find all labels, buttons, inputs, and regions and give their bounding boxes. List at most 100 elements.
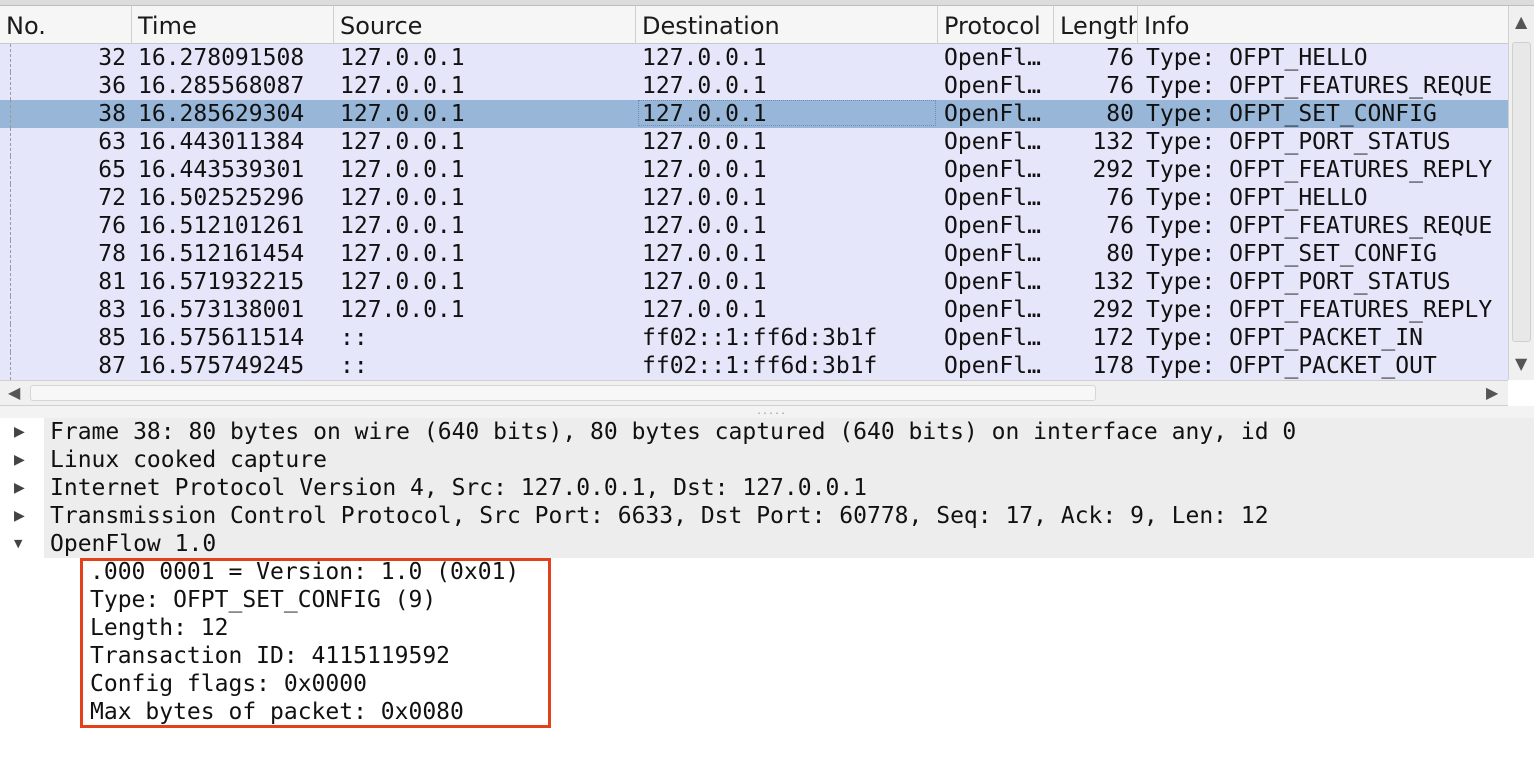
packet-cell-destination: ff02::1:ff6d:3b1f (642, 325, 878, 351)
detail-item-label: Transmission Control Protocol, Src Port:… (50, 503, 1269, 529)
packet-cell-length: 80 (1106, 101, 1134, 127)
packet-row[interactable]: 72 16.502525296 127.0.0.1 127.0.0.1 OpenFl… 7… (0, 184, 1508, 212)
scroll-right-icon[interactable]: ▶ (1486, 383, 1498, 402)
packet-cell-no: 85 (98, 325, 126, 351)
detail-row-background (44, 530, 1534, 558)
packet-cell-info: Type: OFPT_FEATURES_REQUE (1146, 73, 1493, 99)
packet-cell-source: 127.0.0.1 (340, 213, 465, 239)
packet-cell-length: 76 (1106, 45, 1134, 71)
column-header-destination[interactable]: Destination (636, 6, 938, 44)
packet-cell-time: 16.573138001 (138, 297, 305, 323)
packet-row[interactable]: 32 16.278091508 127.0.0.1 127.0.0.1 OpenFl… 7… (0, 44, 1508, 72)
packet-cell-no: 32 (98, 45, 126, 71)
packet-cell-source: 127.0.0.1 (340, 101, 465, 127)
packet-cell-no: 38 (98, 101, 126, 127)
collapsed-arrow-icon[interactable]: ▶ (14, 446, 34, 474)
packet-cell-protocol: OpenFl… (944, 129, 1041, 155)
collapsed-arrow-icon[interactable]: ▶ (14, 418, 34, 446)
packet-row[interactable]: 87 16.575749245:: ff02::1:ff6d:3b1f OpenFl…… (0, 352, 1508, 380)
packet-cell-length: 178 (1092, 353, 1134, 379)
column-header-protocol[interactable]: Protocol (938, 6, 1054, 44)
packet-cell-no: 87 (98, 353, 126, 379)
packet-cell-no: 83 (98, 297, 126, 323)
packet-cell-length: 132 (1092, 269, 1134, 295)
packet-cell-protocol: OpenFl… (944, 157, 1041, 183)
packet-row[interactable]: 83 16.573138001 127.0.0.1 127.0.0.1 OpenFl… 2… (0, 296, 1508, 324)
packet-cell-info: Type: OFPT_PACKET_OUT (1146, 353, 1437, 379)
packet-cell-info: Type: OFPT_PACKET_IN (1146, 325, 1423, 351)
packet-cell-destination: 127.0.0.1 (642, 297, 767, 323)
packet-cell-source: :: (340, 353, 368, 379)
packet-list-horizontal-scrollbar[interactable]: ◀ ▶ (0, 380, 1508, 406)
packet-cell-length: 292 (1092, 297, 1134, 323)
packet-cell-time: 16.285568087 (138, 73, 305, 99)
packet-cell-destination: 127.0.0.1 (642, 213, 767, 239)
packet-cell-destination: 127.0.0.1 (642, 45, 767, 71)
packet-cell-time: 16.512101261 (138, 213, 305, 239)
detail-item-label: Linux cooked capture (50, 447, 327, 473)
packet-cell-protocol: OpenFl… (944, 101, 1041, 127)
packet-row[interactable]: 76 16.512101261 127.0.0.1 127.0.0.1 OpenFl… 7… (0, 212, 1508, 240)
collapsed-arrow-icon[interactable]: ▶ (14, 502, 34, 530)
packet-cell-time: 16.443539301 (138, 157, 305, 183)
focus-cell-outline (638, 100, 936, 126)
packet-cell-info: Type: OFPT_HELLO (1146, 45, 1368, 71)
packet-list-vertical-scrollbar[interactable]: ▲ ▼ (1508, 6, 1534, 380)
expanded-arrow-icon[interactable]: ▼ (14, 530, 34, 558)
packet-row[interactable]: 65 16.443539301 127.0.0.1 127.0.0.1 OpenFl… 2… (0, 156, 1508, 184)
detail-tree-item[interactable]: ▼ OpenFlow 1.0 (0, 530, 1534, 558)
packet-cell-info: Type: OFPT_HELLO (1146, 185, 1368, 211)
packet-cell-length: 76 (1106, 73, 1134, 99)
packet-cell-protocol: OpenFl… (944, 269, 1041, 295)
scroll-down-icon[interactable]: ▼ (1515, 354, 1527, 373)
highlight-box (80, 558, 551, 728)
packet-cell-time: 16.285629304 (138, 101, 305, 127)
column-header-length[interactable]: Length (1054, 6, 1138, 44)
packet-cell-info: Type: OFPT_PORT_STATUS (1146, 129, 1451, 155)
column-header-no[interactable]: No. (0, 6, 132, 44)
packet-row[interactable]: 81 16.571932215 127.0.0.1 127.0.0.1 OpenFl… 1… (0, 268, 1508, 296)
packet-cell-protocol: OpenFl… (944, 353, 1041, 379)
packet-cell-time: 16.575749245 (138, 353, 305, 379)
packet-cell-destination: 127.0.0.1 (642, 73, 767, 99)
packet-row[interactable]: 63 16.443011384 127.0.0.1 127.0.0.1 OpenFl… 1… (0, 128, 1508, 156)
packet-cell-length: 76 (1106, 213, 1134, 239)
scroll-left-icon[interactable]: ◀ (8, 383, 20, 402)
packet-cell-source: :: (340, 325, 368, 351)
vertical-scroll-thumb[interactable] (1512, 42, 1531, 342)
detail-tree-item[interactable]: ▶ Frame 38: 80 bytes on wire (640 bits), … (0, 418, 1534, 446)
packet-row[interactable]: 38 16.285629304 127.0.0.1 127.0.0.1 OpenFl… 8… (0, 100, 1508, 128)
packet-cell-protocol: OpenFl… (944, 185, 1041, 211)
packet-cell-info: Type: OFPT_FEATURES_REPLY (1146, 157, 1493, 183)
packet-cell-no: 72 (98, 185, 126, 211)
packet-cell-protocol: OpenFl… (944, 213, 1041, 239)
detail-tree-item[interactable]: ▶ Linux cooked capture (0, 446, 1534, 474)
packet-cell-time: 16.443011384 (138, 129, 305, 155)
packet-cell-info: Type: OFPT_SET_CONFIG (1146, 101, 1437, 127)
packet-list-header: No. Time Source Destination Protocol Len… (0, 6, 1508, 44)
packet-cell-source: 127.0.0.1 (340, 129, 465, 155)
packet-cell-info: Type: OFPT_FEATURES_REPLY (1146, 297, 1493, 323)
packet-row[interactable]: 85 16.575611514:: ff02::1:ff6d:3b1f OpenFl…… (0, 324, 1508, 352)
packet-cell-destination: 127.0.0.1 (642, 269, 767, 295)
packet-cell-source: 127.0.0.1 (340, 73, 465, 99)
packet-cell-info: Type: OFPT_SET_CONFIG (1146, 241, 1437, 267)
detail-tree-item[interactable]: ▶ Transmission Control Protocol, Src Port… (0, 502, 1534, 530)
packet-cell-time: 16.575611514 (138, 325, 305, 351)
collapsed-arrow-icon[interactable]: ▶ (14, 474, 34, 502)
packet-cell-no: 63 (98, 129, 126, 155)
horizontal-scroll-thumb[interactable] (30, 385, 1096, 401)
packet-cell-length: 132 (1092, 129, 1134, 155)
column-header-source[interactable]: Source (334, 6, 636, 44)
column-header-info[interactable]: Info (1138, 6, 1508, 44)
detail-item-label: OpenFlow 1.0 (50, 531, 217, 557)
packet-row[interactable]: 36 16.285568087 127.0.0.1 127.0.0.1 OpenFl… 7… (0, 72, 1508, 100)
packet-cell-length: 80 (1106, 241, 1134, 267)
packet-cell-destination: 127.0.0.1 (642, 241, 767, 267)
column-header-time[interactable]: Time (132, 6, 334, 44)
packet-row[interactable]: 78 16.512161454 127.0.0.1 127.0.0.1 OpenFl… 8… (0, 240, 1508, 268)
scroll-up-icon[interactable]: ▲ (1515, 12, 1527, 31)
detail-tree-item[interactable]: ▶ Internet Protocol Version 4, Src: 127.0… (0, 474, 1534, 502)
packet-cell-no: 36 (98, 73, 126, 99)
pane-splitter[interactable]: ..... (0, 406, 1534, 418)
